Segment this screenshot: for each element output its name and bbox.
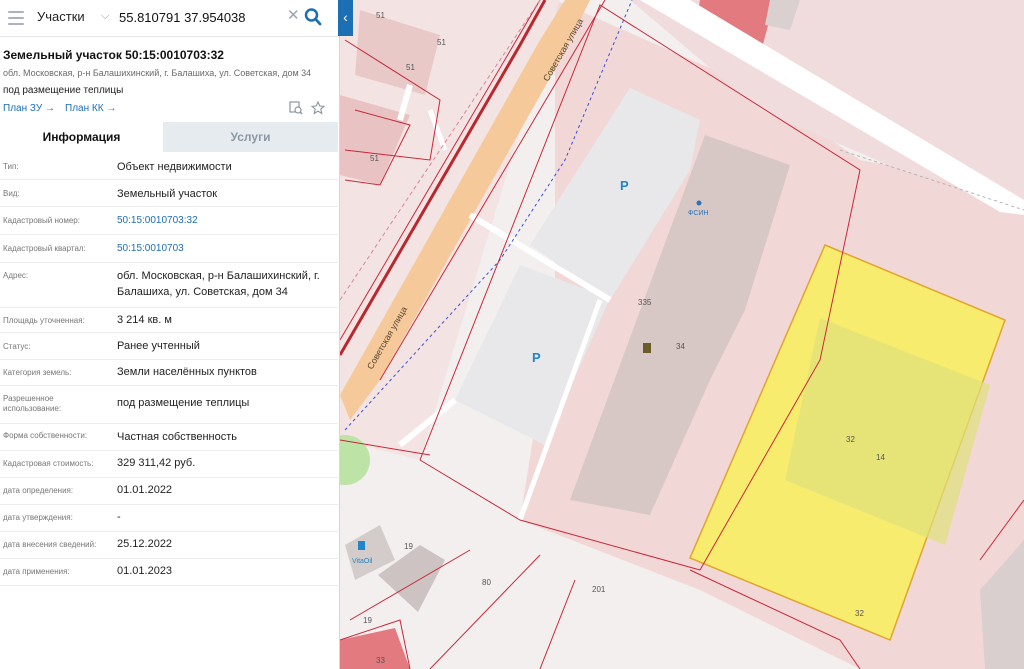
parcel-number-14: 14: [876, 453, 885, 462]
parking-label-1: P: [620, 178, 629, 193]
tab-bar: Информация Услуги: [0, 122, 338, 153]
info-value: Ранее учтенный: [117, 340, 200, 352]
info-value: 01.01.2023: [117, 565, 173, 577]
info-row-date-applied: дата применения: 01.01.2023: [0, 558, 338, 586]
info-label: Кадастровый квартал:: [3, 244, 86, 253]
search-input[interactable]: [119, 7, 284, 27]
parcel-number-34a: 34: [676, 342, 685, 351]
parcel-number-19b: 19: [363, 616, 372, 625]
fsin-marker-icon: [696, 200, 702, 206]
info-value: под размещение теплицы: [117, 397, 250, 409]
info-row-cadastral-number: Кадастровый номер: 50:15:0010703:32: [0, 206, 338, 235]
parcel-number-201: 201: [592, 585, 606, 594]
fsin-label: ФСИН: [688, 210, 708, 217]
info-value: 3 214 кв. м: [117, 314, 172, 326]
parcel-purpose: под размещение теплицы: [3, 85, 124, 96]
menu-icon[interactable]: [8, 11, 24, 25]
info-label: Вид:: [3, 189, 20, 198]
parcel-number-51b: 51: [406, 63, 415, 72]
info-label: дата применения:: [3, 567, 70, 576]
info-row-date-determined: дата определения: 01.01.2022: [0, 477, 338, 505]
layer-select-value: Участки: [37, 9, 85, 24]
chevron-down-icon: ⌵: [101, 10, 110, 22]
info-label: Адрес:: [3, 271, 29, 280]
info-value: Земельный участок: [117, 188, 218, 200]
info-label: дата внесения сведений:: [3, 540, 97, 549]
info-label: Категория земель:: [3, 368, 72, 377]
info-label: Статус:: [3, 342, 31, 351]
parcel-number-335: 335: [638, 298, 652, 307]
locate-on-map-icon[interactable]: [289, 101, 303, 115]
info-row-date-entered: дата внесения сведений: 25.12.2022: [0, 531, 338, 559]
info-row-kind: Вид: Земельный участок: [0, 179, 338, 207]
info-value: 329 311,42 руб.: [117, 457, 196, 469]
star-icon[interactable]: [311, 101, 325, 115]
vitaoil-label: VitaOil: [352, 558, 373, 565]
fuel-station-icon: [358, 541, 365, 550]
info-row-cadastral-quarter: Кадастровый квартал: 50:15:0010703: [0, 234, 338, 263]
info-label: Форма собственности:: [3, 431, 88, 440]
info-value: обл. Московская, р-н Балашихинский, г. Б…: [117, 270, 320, 298]
info-label: Тип:: [3, 162, 19, 171]
info-value: -: [117, 511, 121, 523]
parcel-number-33: 33: [376, 656, 385, 665]
tab-services[interactable]: Услуги: [163, 122, 338, 152]
parcel-number-32a: 32: [846, 435, 855, 444]
parcel-number-51a: 51: [370, 154, 379, 163]
info-label: Площадь уточненная:: [3, 316, 85, 325]
info-label: дата утверждения:: [3, 513, 73, 522]
close-icon[interactable]: ✕: [287, 8, 301, 24]
parcel-number-32b: 32: [855, 609, 864, 618]
plan-kk-link[interactable]: План КК →: [65, 103, 116, 114]
info-row-ownership: Форма собственности: Частная собственнос…: [0, 423, 338, 451]
parcel-number-51d: 51: [376, 11, 385, 20]
plan-zu-link[interactable]: План ЗУ →: [3, 103, 55, 114]
info-value: 25.12.2022: [117, 538, 173, 550]
info-value: Земли населённых пунктов: [117, 366, 257, 378]
info-row-area: Площадь уточненная: 3 214 кв. м: [0, 307, 338, 333]
tab-information[interactable]: Информация: [0, 122, 163, 153]
info-label: Кадастровый номер:: [3, 216, 80, 225]
police-poi-icon: [643, 343, 651, 353]
parcel-number-51c: 51: [437, 38, 446, 47]
info-label: Разрешенное использование:: [3, 394, 62, 413]
parcel-number-19a: 19: [404, 542, 413, 551]
cadastral-number-link[interactable]: 50:15:0010703:32: [117, 213, 337, 229]
info-row-permitted-use: Разрешенное использование: под размещени…: [0, 385, 338, 424]
info-value: Объект недвижимости: [117, 161, 232, 173]
info-row-address: Адрес: обл. Московская, р-н Балашихински…: [0, 262, 338, 308]
info-row-type: Тип: Объект недвижимости: [0, 152, 338, 180]
search-icon[interactable]: [303, 6, 323, 28]
info-label: дата определения:: [3, 486, 74, 495]
layer-select[interactable]: Участки ⌵: [37, 9, 113, 27]
parcel-title: Земельный участок 50:15:0010703:32: [3, 48, 224, 62]
info-row-land-category: Категория земель: Земли населённых пункт…: [0, 359, 338, 386]
info-row-status: Статус: Ранее учтенный: [0, 332, 338, 360]
info-row-date-approved: дата утверждения: -: [0, 504, 338, 532]
parking-label-2: P: [532, 350, 541, 365]
parcel-address: обл. Московская, р-н Балашихинский, г. Б…: [3, 68, 312, 78]
info-label: Кадастровая стоимость:: [3, 459, 94, 468]
info-panel: Участки ⌵ ✕ ‹ Земельный участок 50:15:00…: [0, 0, 353, 669]
info-value: Частная собственность: [117, 431, 238, 443]
info-row-cadastral-value: Кадастровая стоимость: 329 311,42 руб.: [0, 450, 338, 478]
collapse-panel-button[interactable]: ‹: [338, 0, 353, 36]
search-bar: Участки ⌵ ✕: [0, 0, 338, 37]
cadastral-quarter-link[interactable]: 50:15:0010703: [117, 241, 337, 257]
parcel-number-80: 80: [482, 578, 491, 587]
info-value: 01.01.2022: [117, 484, 173, 496]
